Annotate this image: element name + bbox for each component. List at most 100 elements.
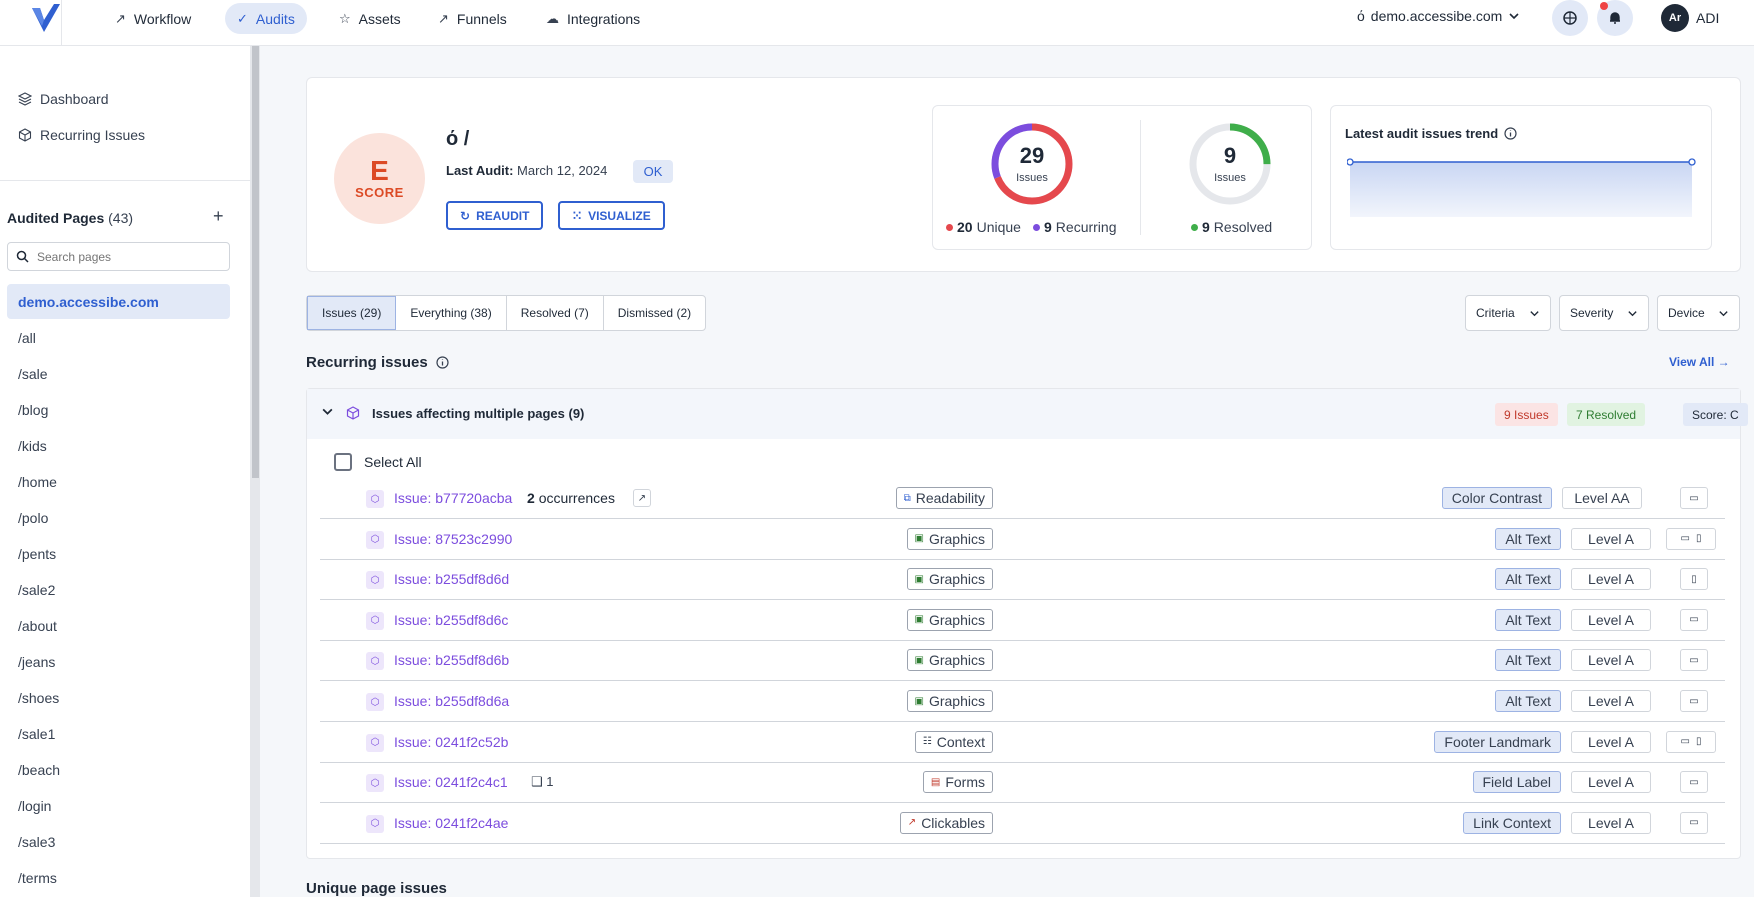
page-item[interactable]: /blog — [7, 392, 230, 427]
nav-label: Audits — [255, 10, 295, 27]
tab-everything[interactable]: Everything (38) — [396, 296, 507, 330]
nav-integrations[interactable]: ☁ Integrations — [534, 3, 652, 34]
nav-assets[interactable]: ☆ Assets — [327, 3, 413, 34]
category-icon: ▣ — [914, 573, 924, 585]
table-row[interactable]: ⬡ Issue: b255df8d6b ▣ Graphics Alt Text Level… — [320, 641, 1725, 682]
cube-icon: ⬡ — [366, 530, 384, 549]
unique-issues-heading: Unique page issues — [306, 880, 447, 897]
site-title: ό / — [446, 128, 470, 150]
unique-label: Unique — [976, 219, 1021, 235]
reaudit-button[interactable]: ↻ REAUDIT — [446, 201, 544, 230]
page-item[interactable]: /about — [7, 608, 230, 643]
issue-id-link[interactable]: Issue: 0241f2c4c1 — [394, 774, 508, 790]
add-page-button[interactable]: + — [213, 206, 224, 227]
user-name[interactable]: ADI — [1696, 10, 1719, 26]
logo-icon[interactable] — [30, 2, 62, 34]
issue-id-link[interactable]: Issue: 0241f2c4ae — [394, 815, 508, 831]
nav-audits[interactable]: ✓ Audits — [225, 3, 307, 34]
page-item[interactable]: /jeans — [7, 644, 230, 679]
page-item[interactable]: /terms — [7, 860, 230, 895]
table-row[interactable]: ⬡ Issue: 0241f2c52b ☷ Context Footer Landmar… — [320, 723, 1725, 763]
table-row[interactable]: ⬡ Issue: 0241f2c4ae ↗ Clickables Link Contex… — [320, 804, 1725, 844]
page-item[interactable]: /kids — [7, 428, 230, 463]
page-item[interactable]: /sale1 — [7, 716, 230, 751]
issue-id-link[interactable]: Issue: b255df8d6b — [394, 652, 509, 668]
page-item[interactable]: /polo — [7, 500, 230, 535]
reaudit-label: REAUDIT — [476, 208, 530, 223]
tab-issues[interactable]: Issues (29) — [307, 296, 397, 330]
sidebar-item-recurring-issues[interactable]: Recurring Issues — [18, 127, 145, 143]
page-item[interactable]: /sale2 — [7, 572, 230, 607]
desktop-icon: ▭ — [1689, 695, 1699, 707]
info-icon[interactable] — [436, 356, 449, 369]
nav-funnels[interactable]: ↗ Funnels — [426, 3, 519, 34]
page-item[interactable]: /pents — [7, 536, 230, 571]
table-row[interactable]: ⬡ Issue: 0241f2c4c1 ❑ 1 ▤ Forms Field Label Le… — [320, 763, 1725, 804]
mobile-icon: ▯ — [1691, 573, 1697, 585]
tab-resolved[interactable]: Resolved (7) — [507, 296, 604, 330]
cube-icon — [346, 406, 360, 420]
category-icon: ▤ — [930, 776, 941, 788]
device-tag: ▭ — [1680, 487, 1708, 509]
page-item[interactable]: /login — [7, 788, 230, 823]
desktop-icon: ▭ — [1680, 533, 1690, 545]
avatar[interactable]: Ar — [1661, 4, 1689, 32]
table-row[interactable]: ⬡ Issue: b255df8d6a ▣ Graphics Alt Text Level… — [320, 682, 1725, 722]
category-tag: ↗ Clickables — [899, 811, 993, 834]
page-item[interactable]: /all — [7, 320, 230, 355]
issue-id-link[interactable]: Issue: 0241f2c52b — [394, 734, 508, 750]
table-row[interactable]: ⬡ Issue: b255df8d6c ▣ Graphics Alt Text Level… — [320, 601, 1725, 641]
table-row[interactable]: ⬡ Issue: b255df8d6d ▣ Graphics Alt Text Level… — [320, 560, 1725, 601]
external-link-icon[interactable]: ↗ — [633, 489, 651, 507]
recurring-title: Recurring issues — [306, 354, 428, 371]
category-icon: ⧉ — [903, 492, 911, 504]
issue-id-link[interactable]: Issue: b255df8d6a — [394, 693, 509, 709]
table-row[interactable]: ⬡ Issue: 87523c2990 ▣ Graphics Alt Text Level… — [320, 520, 1725, 560]
category-tag: ☷ Context — [914, 730, 993, 753]
issue-id-link[interactable]: Issue: b255df8d6d — [394, 571, 509, 587]
visualize-button[interactable]: ⁙ VISUALIZE — [558, 201, 665, 230]
criteria-tag: Alt Text — [1495, 527, 1561, 550]
device-filter[interactable]: Device — [1657, 295, 1740, 331]
search-pages-field[interactable] — [7, 242, 230, 271]
page-item[interactable]: /sale — [7, 356, 230, 391]
recurring-label: Recurring — [1055, 219, 1117, 235]
issue-id-link[interactable]: Issue: b255df8d6c — [394, 612, 508, 628]
divider — [61, 0, 62, 46]
page-item[interactable]: /beach — [7, 752, 230, 787]
tab-dismissed[interactable]: Dismissed (2) — [604, 296, 705, 330]
scrollbar-thumb[interactable] — [252, 46, 259, 478]
issues-total-label: Issues — [1016, 172, 1048, 184]
select-all[interactable]: Select All — [334, 453, 422, 471]
select-all-checkbox[interactable] — [334, 453, 352, 471]
level-tag: Level A — [1571, 771, 1651, 794]
category-label: Clickables — [921, 814, 985, 831]
page-item[interactable]: demo.accessibe.com — [7, 284, 230, 319]
cube-icon: ⬡ — [366, 693, 384, 711]
issue-id-link[interactable]: Issue: b77720acba — [394, 490, 512, 506]
legend-recurring: 9 Recurring — [1033, 219, 1117, 235]
score-badge-small: Score: C — [1683, 403, 1748, 426]
table-row[interactable]: ⬡ Issue: b77720acba 2 occurrences ↗ ⧉ Readabi… — [320, 479, 1725, 519]
page-item[interactable]: /home — [7, 464, 230, 499]
page-item[interactable]: /sale3 — [7, 824, 230, 859]
globe-button[interactable] — [1552, 0, 1588, 36]
severity-filter[interactable]: Severity — [1559, 295, 1649, 331]
issue-id-link[interactable]: Issue: 87523c2990 — [394, 531, 512, 547]
nav-workflow[interactable]: ↗ Workflow — [103, 3, 203, 34]
grid-dots-icon: ⁙ — [572, 208, 583, 223]
view-all-link[interactable]: View All → — [1669, 355, 1730, 369]
info-icon[interactable] — [1504, 127, 1517, 140]
domain-selector[interactable]: ό demo.accessibe.com — [1357, 8, 1520, 24]
category-tag: ▣ Graphics — [906, 568, 993, 591]
level-tag: Level A — [1571, 608, 1651, 631]
chevron-down-icon[interactable] — [321, 405, 334, 418]
criteria-filter[interactable]: Criteria — [1465, 295, 1551, 331]
comments[interactable]: ❑ 1 — [531, 774, 554, 790]
comment-count: 1 — [546, 774, 554, 790]
score-letter: E — [370, 155, 389, 186]
page-item[interactable]: /shoes — [7, 680, 230, 715]
sidebar-item-label: Dashboard — [40, 91, 109, 107]
sidebar-item-dashboard[interactable]: Dashboard — [18, 91, 109, 107]
search-input[interactable] — [37, 249, 217, 264]
